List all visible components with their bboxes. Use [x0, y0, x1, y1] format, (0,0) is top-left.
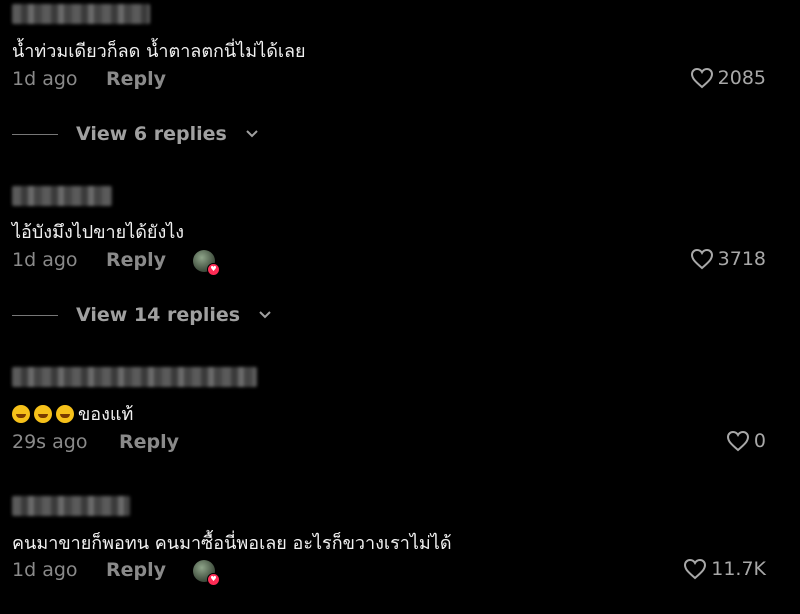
comment-text-row: ของแท้	[12, 399, 133, 428]
chevron-down-icon	[246, 130, 258, 138]
like-count: 3718	[717, 248, 766, 270]
reply-button[interactable]: Reply	[106, 559, 166, 581]
like-count: 11.7K	[711, 558, 766, 580]
like-button[interactable]: 2085	[690, 67, 766, 89]
username-blurred[interactable]	[12, 496, 130, 516]
face-with-tears-of-joy-icon	[34, 405, 52, 423]
heart-outline-icon	[690, 248, 713, 270]
like-count: 0	[753, 430, 766, 452]
username-blurred[interactable]	[12, 367, 257, 387]
creator-liked-avatar: ♥	[193, 250, 220, 276]
like-button[interactable]: 0	[726, 430, 766, 452]
username-blurred[interactable]	[12, 186, 112, 206]
chevron-down-icon	[259, 311, 271, 319]
comment-text: คนมาขายก็พอทน คนมาซื้อนี่พอเลย อะไรก็ขวา…	[12, 533, 452, 554]
comment-text: น้ำท่วมเดียวก็ลด น้ำตาลตกนี่ไม่ได้เลย	[12, 41, 306, 62]
reply-button[interactable]: Reply	[119, 431, 179, 453]
comment-time: 1d ago	[12, 68, 78, 90]
view-replies-label: View 14 replies	[76, 304, 241, 326]
reply-button[interactable]: Reply	[106, 68, 166, 90]
face-with-tears-of-joy-icon	[56, 405, 74, 423]
divider-line	[12, 133, 58, 135]
heart-outline-icon	[690, 67, 713, 89]
comment-time: 1d ago	[12, 249, 78, 271]
comment-text: ของแท้	[78, 404, 134, 425]
heart-outline-icon	[684, 558, 707, 580]
like-button[interactable]: 11.7K	[683, 558, 766, 580]
username-blurred[interactable]	[12, 4, 150, 24]
view-replies-label: View 6 replies	[76, 123, 227, 145]
comment-text: ไอ้บังมึงไปขายได้ยังไง	[12, 222, 185, 243]
face-with-tears-of-joy-icon	[12, 405, 30, 423]
reply-button[interactable]: Reply	[106, 249, 166, 271]
view-replies-button[interactable]: View 14 replies	[12, 304, 272, 326]
like-count: 2085	[717, 67, 766, 89]
creator-liked-avatar: ♥	[193, 560, 220, 586]
heart-badge-icon: ♥	[207, 573, 220, 586]
view-replies-button[interactable]: View 6 replies	[12, 123, 259, 145]
comment-time: 1d ago	[12, 559, 78, 581]
like-button[interactable]: 3718	[690, 248, 766, 270]
heart-badge-icon: ♥	[207, 263, 220, 276]
divider-line	[12, 314, 58, 316]
comment-time: 29s ago	[12, 431, 88, 453]
heart-outline-icon	[726, 430, 749, 452]
